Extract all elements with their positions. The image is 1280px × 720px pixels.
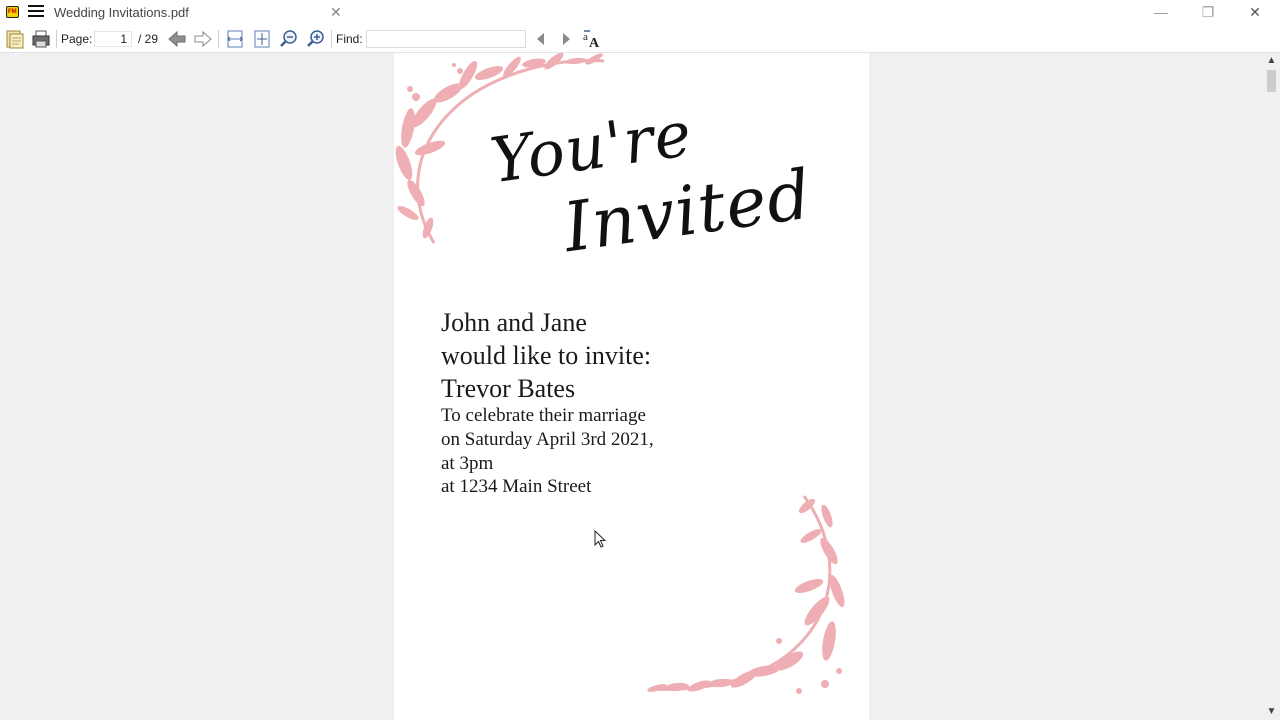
document-tab-title[interactable]: Wedding Invitations.pdf — [54, 5, 189, 20]
find-input[interactable] — [366, 30, 526, 48]
invite-line-hosts: John and Jane — [441, 308, 587, 337]
vertical-scrollbar[interactable]: ▲ ▼ — [1263, 53, 1280, 720]
previous-page-arrow-icon[interactable] — [166, 28, 188, 50]
app-logo-icon: FM — [6, 6, 19, 18]
find-previous-icon[interactable] — [530, 28, 552, 50]
fit-page-icon[interactable] — [251, 28, 273, 50]
mouse-pointer-icon — [594, 530, 607, 548]
match-case-icon[interactable]: a A — [581, 28, 603, 51]
fit-width-icon[interactable] — [224, 28, 246, 50]
zoom-in-icon[interactable] — [305, 28, 327, 50]
hamburger-menu-icon[interactable] — [28, 5, 44, 19]
maximize-button[interactable]: ❐ — [1185, 0, 1231, 26]
svg-text:A: A — [589, 36, 600, 50]
invite-line-date: on Saturday April 3rd 2021, — [441, 429, 654, 450]
open-file-icon[interactable] — [4, 28, 26, 50]
toolbar-separator — [218, 30, 219, 48]
invite-line-occasion: To celebrate their marriage — [441, 405, 646, 426]
page-number-input[interactable] — [94, 31, 132, 47]
zoom-out-icon[interactable] — [278, 28, 300, 50]
svg-text:a: a — [583, 31, 588, 43]
toolbar-separator — [331, 30, 332, 48]
toolbar-separator — [56, 30, 57, 48]
invite-line-guest: Trevor Bates — [441, 374, 576, 403]
next-page-arrow-icon[interactable] — [192, 28, 214, 50]
print-icon[interactable] — [30, 28, 52, 50]
tab-close-button[interactable]: ✕ — [330, 4, 342, 21]
page-label: Page: — [61, 32, 93, 46]
scrollbar-thumb[interactable] — [1267, 70, 1276, 92]
invite-line-time: at 3pm — [441, 453, 494, 474]
title-bar: FM Wedding Invitations.pdf ✕ — ❐ ✕ — [0, 0, 1280, 26]
invite-line-invite: would like to invite: — [441, 341, 652, 370]
scroll-down-arrow-icon[interactable]: ▼ — [1263, 704, 1280, 720]
total-pages-label: / 29 — [138, 32, 159, 46]
scroll-up-arrow-icon[interactable]: ▲ — [1263, 53, 1280, 69]
floral-wreath-bottom-right — [647, 495, 845, 694]
close-window-button[interactable]: ✕ — [1232, 0, 1278, 26]
minimize-button[interactable]: — — [1138, 0, 1184, 26]
find-label: Find: — [336, 32, 363, 46]
toolbar: Page: / 29 — [0, 26, 1280, 53]
invite-line-address: at 1234 Main Street — [441, 476, 592, 497]
pdf-page: You're Invited John and Jane would like … — [394, 53, 869, 720]
find-next-icon[interactable] — [555, 28, 577, 50]
